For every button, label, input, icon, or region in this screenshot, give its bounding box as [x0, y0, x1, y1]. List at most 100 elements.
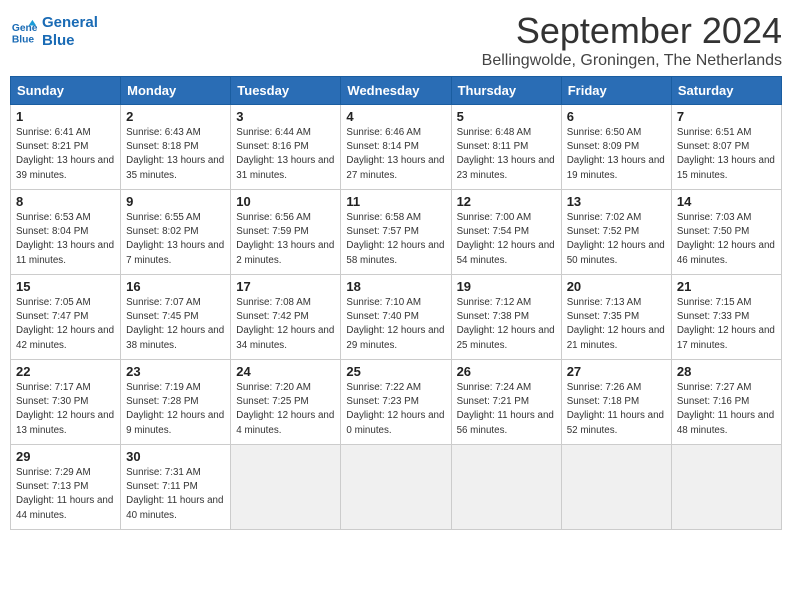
day-info: Sunrise: 7:17 AMSunset: 7:30 PMDaylight:…	[16, 381, 115, 438]
calendar-cell: 24 Sunrise: 7:20 AMSunset: 7:25 PMDayligh…	[231, 360, 341, 445]
calendar-cell: 27 Sunrise: 7:26 AMSunset: 7:18 PMDayligh…	[561, 360, 671, 445]
day-info: Sunrise: 7:31 AMSunset: 7:11 PMDaylight:…	[126, 466, 225, 523]
day-info: Sunrise: 7:24 AMSunset: 7:21 PMDaylight:…	[457, 381, 556, 438]
location-subtitle: Bellingwolde, Groningen, The Netherlands	[482, 52, 782, 70]
day-number: 26	[457, 364, 556, 379]
day-info: Sunrise: 7:05 AMSunset: 7:47 PMDaylight:…	[16, 296, 115, 353]
week-row-3: 15 Sunrise: 7:05 AMSunset: 7:47 PMDayligh…	[11, 275, 782, 360]
day-number: 13	[567, 194, 666, 209]
day-number: 19	[457, 279, 556, 294]
weekday-header-saturday: Saturday	[671, 77, 781, 105]
calendar-cell: 4 Sunrise: 6:46 AMSunset: 8:14 PMDaylight…	[341, 105, 451, 190]
weekday-header-row: SundayMondayTuesdayWednesdayThursdayFrid…	[11, 77, 782, 105]
weekday-header-monday: Monday	[121, 77, 231, 105]
calendar-cell: 26 Sunrise: 7:24 AMSunset: 7:21 PMDayligh…	[451, 360, 561, 445]
weekday-header-tuesday: Tuesday	[231, 77, 341, 105]
calendar-cell: 1Sunrise: 6:41 AMSunset: 8:21 PMDaylight…	[11, 105, 121, 190]
day-number: 22	[16, 364, 115, 379]
calendar-cell	[341, 445, 451, 530]
logo-icon: General Blue	[10, 18, 38, 46]
day-info: Sunrise: 7:29 AMSunset: 7:13 PMDaylight:…	[16, 466, 115, 523]
day-number: 17	[236, 279, 335, 294]
day-info: Sunrise: 7:03 AMSunset: 7:50 PMDaylight:…	[677, 211, 776, 268]
calendar-cell: 10Sunrise: 6:56 AMSunset: 7:59 PMDayligh…	[231, 190, 341, 275]
day-number: 27	[567, 364, 666, 379]
day-info: Sunrise: 7:27 AMSunset: 7:16 PMDaylight:…	[677, 381, 776, 438]
logo: General Blue General Blue	[10, 10, 98, 50]
calendar-cell: 28 Sunrise: 7:27 AMSunset: 7:16 PMDayligh…	[671, 360, 781, 445]
day-info: Sunrise: 6:43 AMSunset: 8:18 PMDaylight:…	[126, 126, 225, 183]
calendar-cell: 12 Sunrise: 7:00 AMSunset: 7:54 PMDayligh…	[451, 190, 561, 275]
calendar-cell: 29Sunrise: 7:29 AMSunset: 7:13 PMDayligh…	[11, 445, 121, 530]
calendar-cell: 8 Sunrise: 6:53 AMSunset: 8:04 PMDaylight…	[11, 190, 121, 275]
day-number: 14	[677, 194, 776, 209]
day-info: Sunrise: 7:07 AMSunset: 7:45 PMDaylight:…	[126, 296, 225, 353]
day-number: 23	[126, 364, 225, 379]
day-number: 15	[16, 279, 115, 294]
calendar-cell	[671, 445, 781, 530]
calendar-cell: 11Sunrise: 6:58 AMSunset: 7:57 PMDayligh…	[341, 190, 451, 275]
day-number: 8	[16, 194, 115, 209]
day-number: 2	[126, 109, 225, 124]
day-number: 21	[677, 279, 776, 294]
day-info: Sunrise: 6:51 AMSunset: 8:07 PMDaylight:…	[677, 126, 776, 183]
day-number: 3	[236, 109, 335, 124]
title-section: September 2024 Bellingwolde, Groningen, …	[482, 10, 782, 70]
day-info: Sunrise: 7:00 AMSunset: 7:54 PMDaylight:…	[457, 211, 556, 268]
header: General Blue General Blue September 2024…	[10, 10, 782, 70]
calendar-cell: 17Sunrise: 7:08 AMSunset: 7:42 PMDayligh…	[231, 275, 341, 360]
week-row-2: 8 Sunrise: 6:53 AMSunset: 8:04 PMDaylight…	[11, 190, 782, 275]
day-number: 7	[677, 109, 776, 124]
day-number: 9	[126, 194, 225, 209]
calendar-cell: 23 Sunrise: 7:19 AMSunset: 7:28 PMDayligh…	[121, 360, 231, 445]
day-number: 24	[236, 364, 335, 379]
day-number: 18	[346, 279, 445, 294]
day-info: Sunrise: 7:19 AMSunset: 7:28 PMDaylight:…	[126, 381, 225, 438]
day-number: 6	[567, 109, 666, 124]
calendar-cell: 13 Sunrise: 7:02 AMSunset: 7:52 PMDayligh…	[561, 190, 671, 275]
weekday-header-sunday: Sunday	[11, 77, 121, 105]
week-row-1: 1Sunrise: 6:41 AMSunset: 8:21 PMDaylight…	[11, 105, 782, 190]
logo-line1: General	[42, 14, 98, 32]
day-info: Sunrise: 7:13 AMSunset: 7:35 PMDaylight:…	[567, 296, 666, 353]
day-info: Sunrise: 7:02 AMSunset: 7:52 PMDaylight:…	[567, 211, 666, 268]
day-number: 30	[126, 449, 225, 464]
day-number: 16	[126, 279, 225, 294]
calendar-cell: 21 Sunrise: 7:15 AMSunset: 7:33 PMDayligh…	[671, 275, 781, 360]
day-info: Sunrise: 6:50 AMSunset: 8:09 PMDaylight:…	[567, 126, 666, 183]
day-info: Sunrise: 7:15 AMSunset: 7:33 PMDaylight:…	[677, 296, 776, 353]
day-info: Sunrise: 7:10 AMSunset: 7:40 PMDaylight:…	[346, 296, 445, 353]
week-row-5: 29Sunrise: 7:29 AMSunset: 7:13 PMDayligh…	[11, 445, 782, 530]
calendar-cell: 19Sunrise: 7:12 AMSunset: 7:38 PMDayligh…	[451, 275, 561, 360]
calendar-cell: 20 Sunrise: 7:13 AMSunset: 7:35 PMDayligh…	[561, 275, 671, 360]
day-info: Sunrise: 7:20 AMSunset: 7:25 PMDaylight:…	[236, 381, 335, 438]
day-info: Sunrise: 7:26 AMSunset: 7:18 PMDaylight:…	[567, 381, 666, 438]
weekday-header-wednesday: Wednesday	[341, 77, 451, 105]
calendar-cell: 15 Sunrise: 7:05 AMSunset: 7:47 PMDayligh…	[11, 275, 121, 360]
calendar-cell: 9 Sunrise: 6:55 AMSunset: 8:02 PMDaylight…	[121, 190, 231, 275]
day-number: 20	[567, 279, 666, 294]
calendar-table: SundayMondayTuesdayWednesdayThursdayFrid…	[10, 76, 782, 530]
day-number: 4	[346, 109, 445, 124]
day-info: Sunrise: 7:22 AMSunset: 7:23 PMDaylight:…	[346, 381, 445, 438]
day-info: Sunrise: 6:44 AMSunset: 8:16 PMDaylight:…	[236, 126, 335, 183]
day-number: 25	[346, 364, 445, 379]
day-info: Sunrise: 6:46 AMSunset: 8:14 PMDaylight:…	[346, 126, 445, 183]
calendar-cell: 14 Sunrise: 7:03 AMSunset: 7:50 PMDayligh…	[671, 190, 781, 275]
day-number: 28	[677, 364, 776, 379]
calendar-cell: 16 Sunrise: 7:07 AMSunset: 7:45 PMDayligh…	[121, 275, 231, 360]
day-info: Sunrise: 6:48 AMSunset: 8:11 PMDaylight:…	[457, 126, 556, 183]
day-info: Sunrise: 6:53 AMSunset: 8:04 PMDaylight:…	[16, 211, 115, 268]
logo-line2: Blue	[42, 32, 98, 50]
svg-text:Blue: Blue	[12, 34, 35, 45]
calendar-cell: 25 Sunrise: 7:22 AMSunset: 7:23 PMDayligh…	[341, 360, 451, 445]
calendar-cell	[451, 445, 561, 530]
week-row-4: 22 Sunrise: 7:17 AMSunset: 7:30 PMDayligh…	[11, 360, 782, 445]
day-number: 11	[346, 194, 445, 209]
day-info: Sunrise: 6:56 AMSunset: 7:59 PMDaylight:…	[236, 211, 335, 268]
day-number: 12	[457, 194, 556, 209]
day-info: Sunrise: 6:55 AMSunset: 8:02 PMDaylight:…	[126, 211, 225, 268]
calendar-cell: 6 Sunrise: 6:50 AMSunset: 8:09 PMDaylight…	[561, 105, 671, 190]
calendar-cell: 5Sunrise: 6:48 AMSunset: 8:11 PMDaylight…	[451, 105, 561, 190]
weekday-header-friday: Friday	[561, 77, 671, 105]
